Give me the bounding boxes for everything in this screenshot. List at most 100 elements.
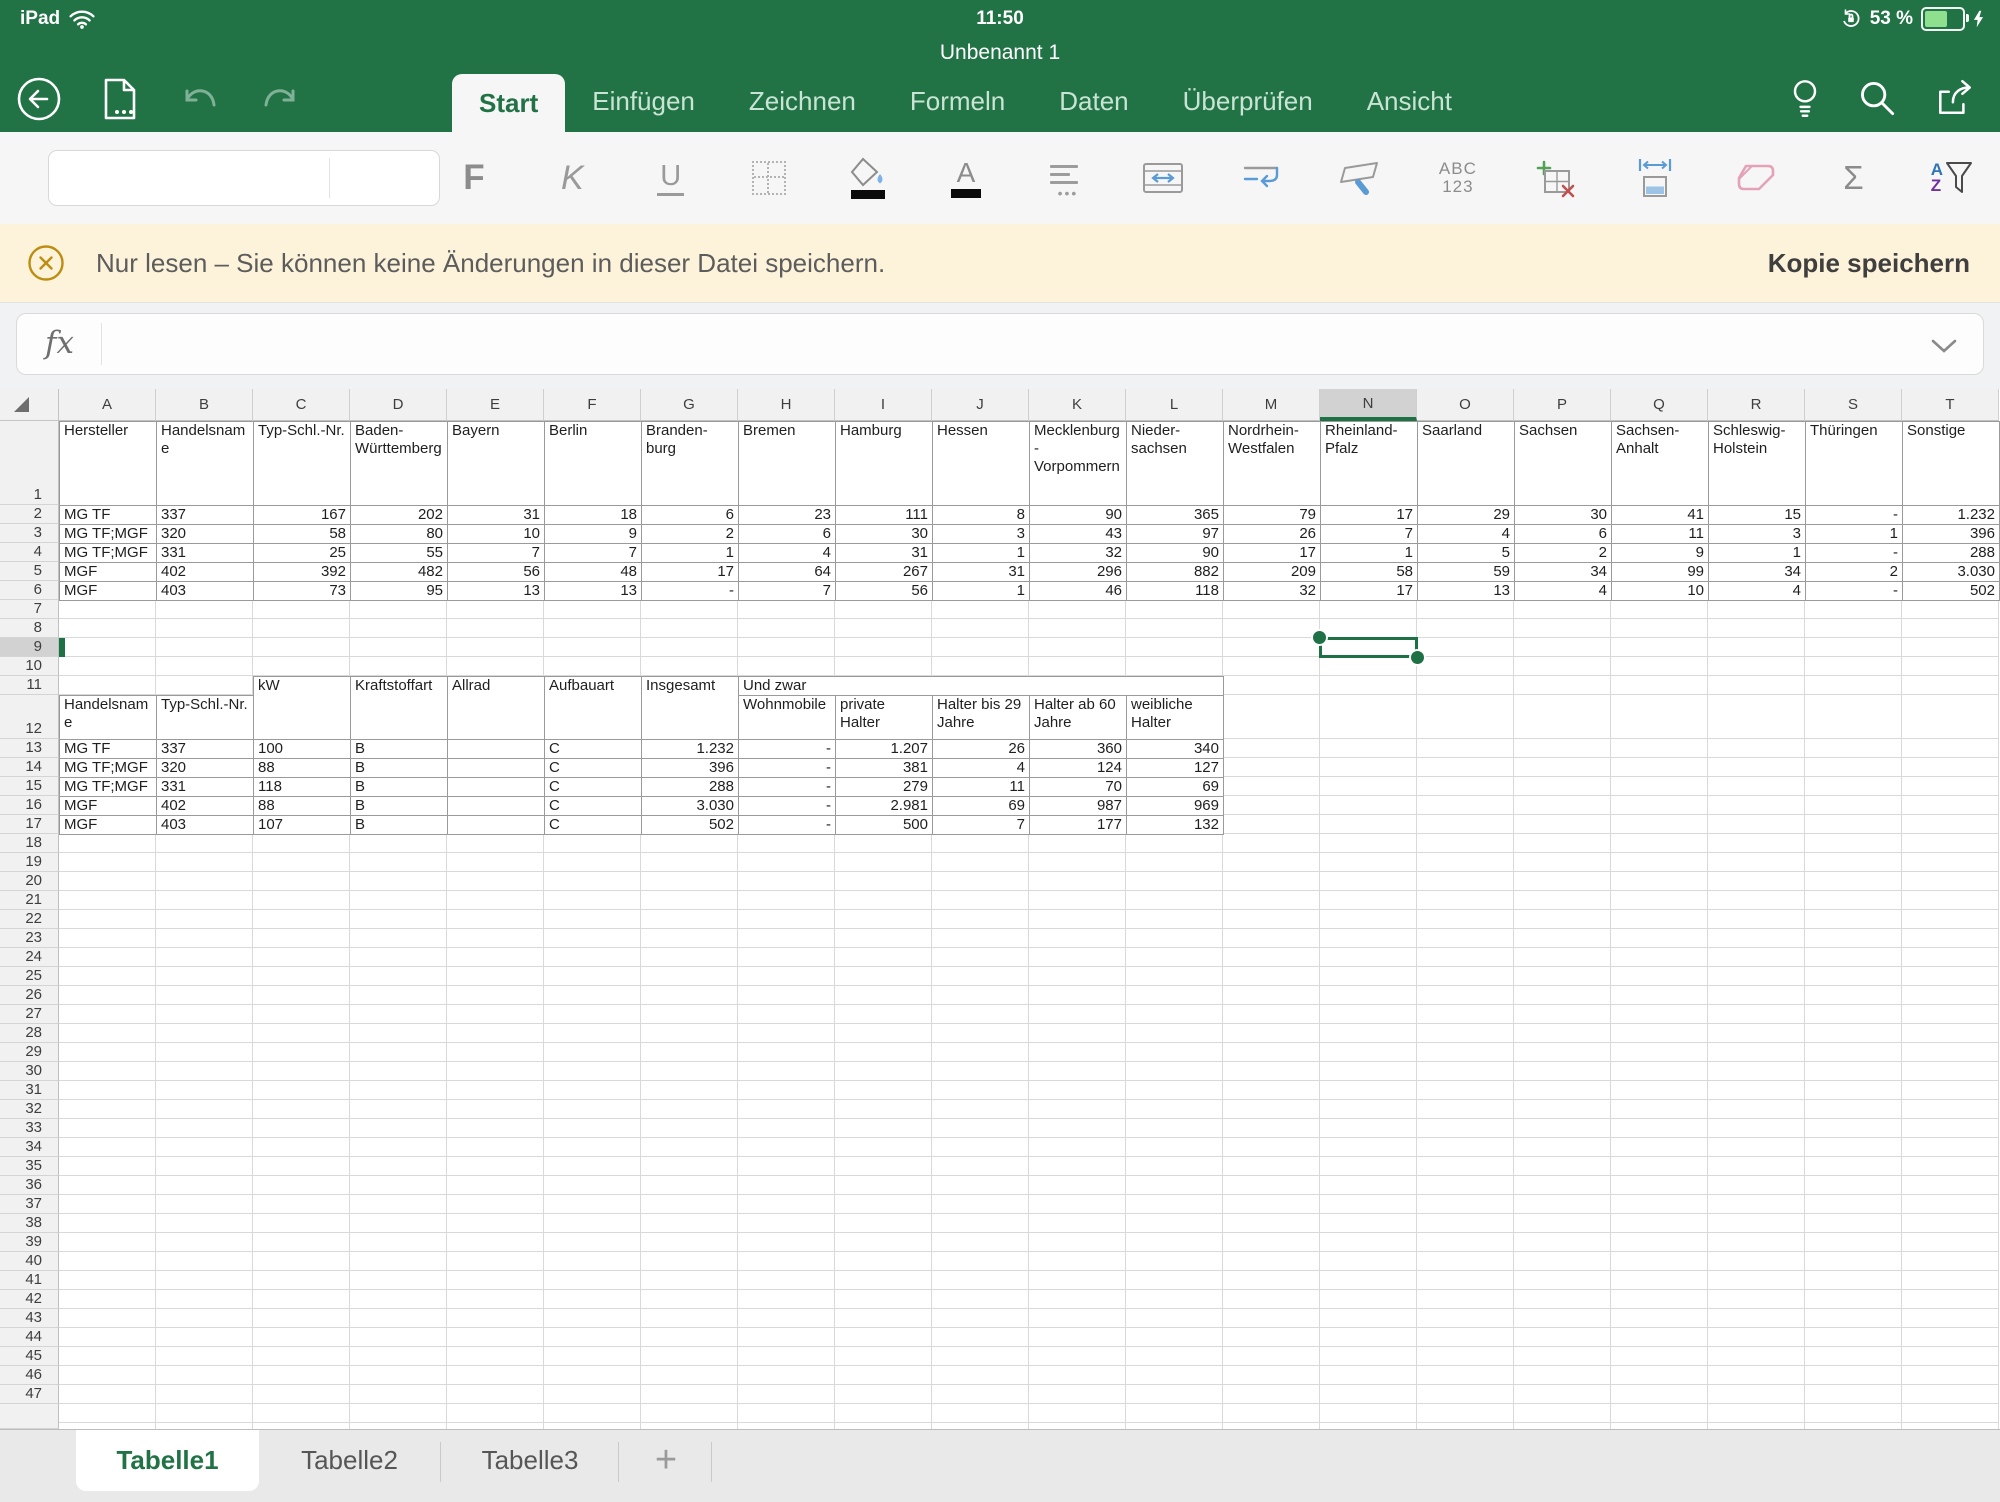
selection-N9[interactable] xyxy=(1319,637,1418,658)
cell-G16[interactable]: 3.030 xyxy=(642,797,739,816)
cell-G15[interactable]: 288 xyxy=(642,778,739,797)
cell-F11[interactable]: Aufbauart xyxy=(545,677,642,740)
row-header-35[interactable]: 35 xyxy=(0,1157,59,1176)
cell-R3[interactable]: 3 xyxy=(1709,525,1806,544)
cell-M5[interactable]: 209 xyxy=(1224,563,1321,582)
cell-G13[interactable]: 1.232 xyxy=(642,740,739,759)
cell-C6[interactable]: 73 xyxy=(254,582,351,601)
cell-R2[interactable]: 15 xyxy=(1709,506,1806,525)
cell-E13[interactable] xyxy=(448,740,545,759)
cell-F17[interactable]: C xyxy=(545,816,642,835)
cell-E17[interactable] xyxy=(448,816,545,835)
cell-H17[interactable]: - xyxy=(739,816,836,835)
column-header-B[interactable]: B xyxy=(156,389,253,421)
cell-B4[interactable]: 331 xyxy=(157,544,254,563)
cell-K4[interactable]: 32 xyxy=(1030,544,1127,563)
merge-cells-button[interactable] xyxy=(1141,140,1185,216)
cell-I14[interactable]: 381 xyxy=(836,759,933,778)
cell-D1[interactable]: Baden-Württemberg xyxy=(351,422,448,506)
cell-K3[interactable]: 43 xyxy=(1030,525,1127,544)
cell-Q3[interactable]: 11 xyxy=(1612,525,1709,544)
cell-T5[interactable]: 3.030 xyxy=(1903,563,2000,582)
row-header-34[interactable]: 34 xyxy=(0,1138,59,1157)
font-picker[interactable] xyxy=(48,150,440,206)
cell-O2[interactable]: 29 xyxy=(1418,506,1515,525)
cell-C3[interactable]: 58 xyxy=(254,525,351,544)
cell-B2[interactable]: 337 xyxy=(157,506,254,525)
cell-S6[interactable]: - xyxy=(1806,582,1903,601)
cell-A2[interactable]: MG TF xyxy=(60,506,157,525)
cell-G6[interactable]: - xyxy=(642,582,739,601)
row-header-5[interactable]: 5 xyxy=(0,562,59,581)
cell-J16[interactable]: 69 xyxy=(933,797,1030,816)
lightbulb-icon[interactable] xyxy=(1790,78,1820,118)
cell-C11[interactable]: kW xyxy=(254,677,351,740)
cell-B6[interactable]: 403 xyxy=(157,582,254,601)
cell-A12[interactable]: Handelsname xyxy=(60,696,157,740)
row-header-27[interactable]: 27 xyxy=(0,1005,59,1024)
cell-T4[interactable]: 288 xyxy=(1903,544,2000,563)
column-header-S[interactable]: S xyxy=(1805,389,1902,421)
row-header-24[interactable]: 24 xyxy=(0,948,59,967)
row-header-30[interactable]: 30 xyxy=(0,1062,59,1081)
column-header-L[interactable]: L xyxy=(1126,389,1223,421)
readonly-close-icon[interactable] xyxy=(26,243,66,283)
cell-Q5[interactable]: 99 xyxy=(1612,563,1709,582)
cell-H12[interactable]: Wohnmobile xyxy=(739,696,836,740)
row-header-8[interactable]: 8 xyxy=(0,619,59,638)
cell-L17[interactable]: 132 xyxy=(1127,816,1224,835)
cell-A1[interactable]: Hersteller xyxy=(60,422,157,506)
row-header-21[interactable]: 21 xyxy=(0,891,59,910)
column-header-P[interactable]: P xyxy=(1514,389,1611,421)
cell-G3[interactable]: 2 xyxy=(642,525,739,544)
cell-E4[interactable]: 7 xyxy=(448,544,545,563)
cell-L13[interactable]: 340 xyxy=(1127,740,1224,759)
cell-O5[interactable]: 59 xyxy=(1418,563,1515,582)
cell-B3[interactable]: 320 xyxy=(157,525,254,544)
cell-G2[interactable]: 6 xyxy=(642,506,739,525)
cell-G5[interactable]: 17 xyxy=(642,563,739,582)
cell-B5[interactable]: 402 xyxy=(157,563,254,582)
cell-B16[interactable]: 402 xyxy=(157,797,254,816)
column-header-N[interactable]: N xyxy=(1320,389,1417,421)
cell-J3[interactable]: 3 xyxy=(933,525,1030,544)
row-header-29[interactable]: 29 xyxy=(0,1043,59,1062)
cell-I6[interactable]: 56 xyxy=(836,582,933,601)
row-header-16[interactable]: 16 xyxy=(0,796,59,815)
cell-E5[interactable]: 56 xyxy=(448,563,545,582)
cell-P3[interactable]: 6 xyxy=(1515,525,1612,544)
column-header-H[interactable]: H xyxy=(738,389,835,421)
cell-I4[interactable]: 31 xyxy=(836,544,933,563)
add-sheet-button[interactable]: + xyxy=(620,1430,712,1491)
cell-I13[interactable]: 1.207 xyxy=(836,740,933,759)
cell-K12[interactable]: Halter ab 60 Jahre xyxy=(1030,696,1127,740)
cell-L3[interactable]: 97 xyxy=(1127,525,1224,544)
cell-J14[interactable]: 4 xyxy=(933,759,1030,778)
eraser-button[interactable] xyxy=(1731,140,1777,216)
cell-K1[interactable]: Mecklenburg-Vorpommern xyxy=(1030,422,1127,506)
cell-B1[interactable]: Handelsname xyxy=(157,422,254,506)
cell-G4[interactable]: 1 xyxy=(642,544,739,563)
cell-E11[interactable]: Allrad xyxy=(448,677,545,740)
fill-color-button[interactable] xyxy=(846,140,890,216)
cell-K16[interactable]: 987 xyxy=(1030,797,1127,816)
cell-O1[interactable]: Saarland xyxy=(1418,422,1515,506)
cell-M3[interactable]: 26 xyxy=(1224,525,1321,544)
cell-H11[interactable]: Und zwar xyxy=(739,677,1224,696)
cell-B14[interactable]: 320 xyxy=(157,759,254,778)
cell-S3[interactable]: 1 xyxy=(1806,525,1903,544)
column-header-R[interactable]: R xyxy=(1708,389,1805,421)
tab-start[interactable]: Start xyxy=(452,74,565,132)
sheet-tab-tabelle2[interactable]: Tabelle2 xyxy=(259,1430,440,1491)
cell-L2[interactable]: 365 xyxy=(1127,506,1224,525)
row-header-26[interactable]: 26 xyxy=(0,986,59,1005)
cell-F2[interactable]: 18 xyxy=(545,506,642,525)
cell-H6[interactable]: 7 xyxy=(739,582,836,601)
tab-ueberpruefen[interactable]: Überprüfen xyxy=(1156,70,1340,132)
cell-M1[interactable]: Nordrhein-Westfalen xyxy=(1224,422,1321,506)
cell-C1[interactable]: Typ-Schl.-Nr. xyxy=(254,422,351,506)
cell-D11[interactable]: Kraftstoffart xyxy=(351,677,448,740)
cell-I2[interactable]: 111 xyxy=(836,506,933,525)
row-header-40[interactable]: 40 xyxy=(0,1252,59,1271)
cell-F3[interactable]: 9 xyxy=(545,525,642,544)
